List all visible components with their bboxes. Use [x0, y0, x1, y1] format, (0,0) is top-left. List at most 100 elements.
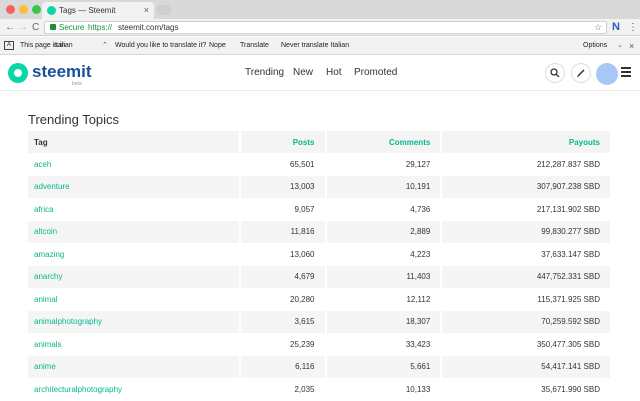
column-header-comments[interactable]: Comments: [325, 131, 443, 153]
close-window-button[interactable]: [6, 5, 15, 14]
language-select[interactable]: Italian: [54, 37, 110, 55]
translate-button[interactable]: Translate: [240, 37, 269, 55]
column-header-payouts[interactable]: Payouts: [441, 131, 612, 153]
table-row: anarchy 4,679 11,403 447,752.331 SBD: [28, 265, 612, 288]
table-row: adventure 13,003 10,191 307,907.238 SBD: [28, 175, 612, 198]
tab-title: Tags — Steemit: [59, 6, 116, 15]
submit-story-button[interactable]: [571, 63, 591, 83]
comments-count: 4,223: [325, 243, 443, 266]
secure-label: Secure: [59, 23, 85, 32]
browser-tab-steemit[interactable]: Tags — Steemit ×: [42, 2, 154, 19]
table-row: animal 20,280 12,112 115,371.925 SBD: [28, 288, 612, 311]
comments-count: 18,307: [325, 310, 443, 333]
comments-count: 4,736: [325, 198, 443, 221]
comments-count: 10,133: [325, 378, 443, 401]
payout-amount: 212,287.837 SBD: [441, 153, 612, 176]
translate-question: Would you like to translate it?: [115, 42, 207, 49]
zoom-window-button[interactable]: [32, 5, 41, 14]
posts-count: 25,239: [239, 333, 327, 356]
minimize-window-button[interactable]: [19, 5, 28, 14]
payout-amount: 307,907.238 SBD: [441, 175, 612, 198]
close-icon[interactable]: ×: [629, 37, 634, 55]
hamburger-menu-icon[interactable]: [621, 67, 631, 77]
lock-icon: [50, 24, 56, 30]
posts-count: 9,057: [239, 198, 327, 221]
tab-close-icon[interactable]: ×: [144, 2, 149, 19]
avatar[interactable]: [596, 63, 618, 85]
never-translate-button[interactable]: Never translate Italian: [281, 37, 349, 55]
extension-icon[interactable]: N: [612, 22, 620, 33]
payout-amount: 99,830.277 SBD: [441, 220, 612, 243]
tags-table: Tag Posts Comments Payouts aceh 65,501 29,…: [28, 131, 612, 401]
chevron-down-icon: ⌄: [617, 42, 623, 49]
nav-new[interactable]: New: [293, 67, 313, 79]
comments-count: 10,191: [325, 175, 443, 198]
steemit-logo-icon[interactable]: [8, 63, 28, 83]
posts-count: 65,501: [239, 153, 327, 176]
bookmark-star-icon[interactable]: ☆: [594, 22, 602, 33]
comments-count: 12,112: [325, 288, 443, 311]
comments-count: 33,423: [325, 333, 443, 356]
nav-hot[interactable]: Hot: [326, 67, 342, 79]
table-row: altcoin 11,816 2,889 99,830.277 SBD: [28, 220, 612, 243]
tag-link[interactable]: amazing: [28, 243, 241, 266]
comments-count: 29,127: [325, 153, 443, 176]
posts-count: 20,280: [239, 288, 327, 311]
steemit-favicon-icon: [47, 6, 56, 15]
pencil-icon: [577, 69, 585, 77]
tag-link[interactable]: architecturalphotography: [28, 378, 241, 401]
search-button[interactable]: [545, 63, 565, 83]
nav-trending[interactable]: Trending: [245, 67, 284, 79]
payout-amount: 447,752.331 SBD: [441, 265, 612, 288]
forward-arrow-icon[interactable]: →: [18, 21, 28, 34]
reload-icon[interactable]: C: [32, 21, 39, 34]
url-host-path: steemit.com/tags: [118, 23, 179, 32]
browser-menu-icon[interactable]: ⋮: [628, 21, 638, 34]
payout-amount: 70,259.592 SBD: [441, 310, 612, 333]
table-row: aceh 65,501 29,127 212,287.837 SBD: [28, 153, 612, 176]
tag-link[interactable]: animals: [28, 333, 241, 356]
nav-promoted[interactable]: Promoted: [354, 67, 397, 79]
payout-amount: 350,477.305 SBD: [441, 333, 612, 356]
posts-count: 13,060: [239, 243, 327, 266]
posts-count: 13,003: [239, 175, 327, 198]
tag-link[interactable]: adventure: [28, 175, 241, 198]
table-row: animals 25,239 33,423 350,477.305 SBD: [28, 333, 612, 356]
payout-amount: 115,371.925 SBD: [441, 288, 612, 311]
posts-count: 11,816: [239, 220, 327, 243]
address-bar[interactable]: Secure https:// steemit.com/tags ☆: [44, 21, 607, 34]
column-header-tag[interactable]: Tag: [28, 131, 241, 153]
search-icon: [550, 68, 560, 78]
translate-options-button[interactable]: Options: [583, 37, 607, 55]
tag-link[interactable]: aceh: [28, 153, 241, 176]
tag-link[interactable]: anime: [28, 355, 241, 378]
tag-link[interactable]: animal: [28, 288, 241, 311]
comments-count: 11,403: [325, 265, 443, 288]
table-header-row: Tag Posts Comments Payouts: [28, 131, 612, 153]
back-arrow-icon[interactable]: ←: [5, 21, 15, 34]
new-tab-button[interactable]: [157, 5, 171, 15]
browser-tab-bar: Tags — Steemit ×: [0, 0, 640, 19]
url-scheme: https://: [88, 23, 113, 32]
site-header: steemit beta Trending New Hot Promoted: [0, 55, 640, 91]
comments-count: 5,661: [325, 355, 443, 378]
posts-count: 3,615: [239, 310, 327, 333]
tag-link[interactable]: anarchy: [28, 265, 241, 288]
payout-amount: 54,417.141 SBD: [441, 355, 612, 378]
tag-link[interactable]: africa: [28, 198, 241, 221]
table-row: africa 9,057 4,736 217,131.902 SBD: [28, 198, 612, 221]
payout-amount: 35,671.990 SBD: [441, 378, 612, 401]
page-title: Trending Topics: [28, 112, 120, 127]
nope-button[interactable]: Nope: [209, 37, 226, 55]
posts-count: 4,679: [239, 265, 327, 288]
brand-name[interactable]: steemit: [32, 62, 92, 82]
tag-link[interactable]: animalphotography: [28, 310, 241, 333]
browser-toolbar: ← → C Secure https:// steemit.com/tags ☆…: [0, 19, 640, 36]
column-header-posts[interactable]: Posts: [239, 131, 327, 153]
tag-link[interactable]: altcoin: [28, 220, 241, 243]
table-row: architecturalphotography 2,035 10,133 35,67…: [28, 378, 612, 401]
translate-icon: A: [4, 41, 14, 50]
translate-bar: A This page is in Italian Would you like…: [0, 37, 640, 55]
payout-amount: 217,131.902 SBD: [441, 198, 612, 221]
payout-amount: 37,633.147 SBD: [441, 243, 612, 266]
